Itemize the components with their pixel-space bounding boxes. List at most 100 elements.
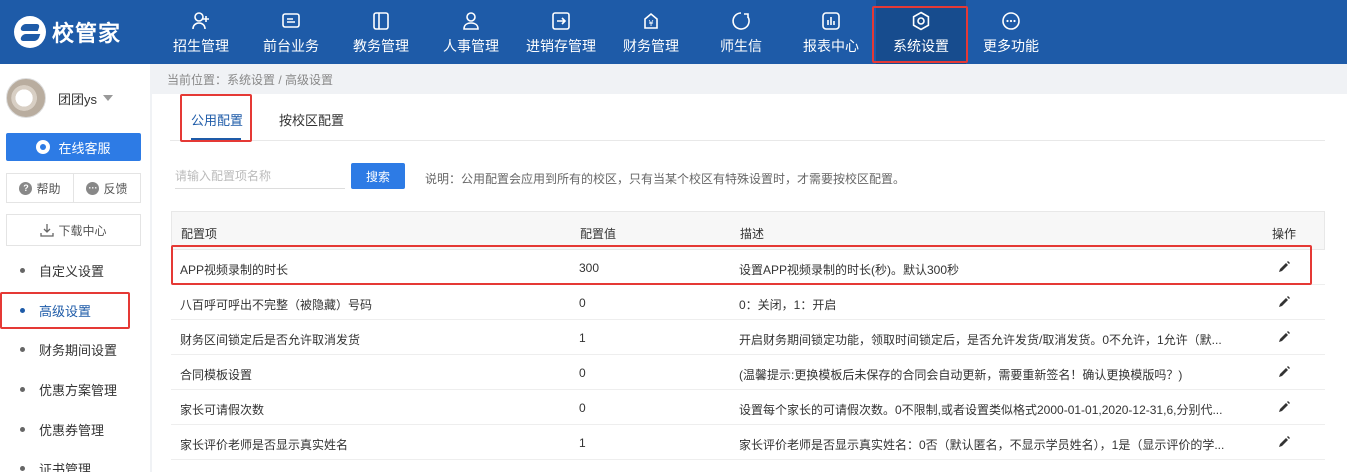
sidebar-item-label: 证书管理 [39,461,92,472]
nav-label: 前台业务 [263,38,319,54]
nav-item-frontdesk[interactable]: 前台业务 [246,0,336,64]
person-icon [461,11,481,31]
chat-icon [731,11,751,31]
config-value: 0 [579,401,586,415]
bullet-icon [20,386,25,392]
config-value: 0 [579,296,586,310]
tab-campus-config[interactable]: 按校区配置 [279,110,344,129]
bullet-icon [20,465,25,471]
online-service-button[interactable]: 在线客服 [6,133,141,161]
nav-label: 招生管理 [173,38,229,54]
nav-label: 进销存管理 [526,38,596,54]
book-icon [371,11,391,31]
top-navbar: 校管家 招生管理 前台业务 教务管理 人事管理 进销存管理 ¥ 财务管理 师生信… [0,0,1347,64]
bullet-icon [20,267,25,273]
nav-item-finance[interactable]: ¥ 财务管理 [606,0,696,64]
sidebar-item-label: 自定义设置 [39,263,105,279]
config-name: 财务区间锁定后是否允许取消发货 [180,333,361,347]
highlight-box [180,94,252,142]
breadcrumb: 当前位置：系统设置 / 高级设置 [167,73,334,87]
svg-text:¥: ¥ [648,19,653,28]
edit-icon[interactable] [1277,365,1291,379]
avatar [6,78,46,118]
feedback-button[interactable]: ··· 反馈 [73,174,140,202]
table-row[interactable]: 合同模板设置 0 (温馨提示:更换模板后未保存的合同会自动更新，需要重新签名！确… [171,355,1325,390]
table-row[interactable]: 家长可请假次数 0 设置每个家长的可请假次数。0不限制,或者设置类似格式2000… [171,390,1325,425]
box-arrow-icon [551,11,571,31]
config-description: (温馨提示:更换模板后未保存的合同会自动更新，需要重新签名！确认更换模版吗？) [739,368,1183,382]
config-value: 0 [579,366,586,380]
download-center-button[interactable]: 下载中心 [6,214,141,246]
config-name: 合同模板设置 [180,368,253,382]
edit-icon[interactable] [1277,435,1291,449]
nav-label: 财务管理 [623,38,679,54]
nav-item-more[interactable]: 更多功能 [966,0,1056,64]
edit-icon[interactable] [1277,295,1291,309]
config-name: 八百呼可呼出不完整（被隐藏）号码 [180,298,373,312]
ellipsis-icon: ··· [86,181,100,195]
config-description: 开启财务期间锁定功能，领取时间锁定后，是否允许发货/取消发货。0不允许，1允许（… [739,333,1222,347]
customer-service-icon [36,140,51,154]
sidebar-item-label: 财务期间设置 [39,342,118,358]
sidebar-item-label: 优惠券管理 [39,422,105,438]
highlight-box [872,6,968,63]
user-name: 团团ys [58,91,98,107]
column-header: 配置值 [580,227,617,241]
config-value: 1 [579,436,586,450]
search-input[interactable] [175,163,345,189]
download-icon [40,224,55,237]
highlight-box [171,245,1312,285]
column-header: 操作 [1272,227,1297,241]
feedback-label: 反馈 [103,181,128,196]
sidebar-item-discount-plans[interactable]: 优惠方案管理 [0,369,150,409]
edit-icon[interactable] [1277,330,1291,344]
help-label: 帮助 [36,181,61,196]
bar-chart-icon [821,11,841,31]
highlight-box [0,292,130,329]
table-row[interactable]: 财务区间锁定后是否允许取消发货 1 开启财务期间锁定功能，领取时间锁定后，是否允… [171,320,1325,355]
bullet-icon [20,346,25,352]
user-menu[interactable]: 团团ys [6,78,114,118]
online-service-label: 在线客服 [58,140,111,156]
nav-item-inventory[interactable]: 进销存管理 [516,0,606,64]
config-name: 家长可请假次数 [180,403,265,417]
column-header: 描述 [740,227,765,241]
config-description: 0：关闭，1：开启 [739,298,837,312]
nav-item-enrollment[interactable]: 招生管理 [156,0,246,64]
bullet-icon [20,426,25,432]
nav-item-academic[interactable]: 教务管理 [336,0,426,64]
more-icon [1001,11,1021,31]
sidebar-item-coupons[interactable]: 优惠券管理 [0,409,150,449]
caret-down-icon [103,95,114,101]
question-icon: ? [19,181,33,195]
sidebar-item-custom-settings[interactable]: 自定义设置 [0,252,150,290]
help-feedback-row: ? 帮助 ··· 反馈 [6,173,141,203]
nav-item-message[interactable]: 师生信 [696,0,786,64]
table-row[interactable]: 家长评价老师是否显示真实姓名 1 家长评价老师是否显示真实姓名：0否（默认匿名，… [171,425,1325,460]
nav-label: 人事管理 [443,38,499,54]
config-value: 1 [579,331,586,345]
config-note: 说明：公用配置会应用到所有的校区，只有当某个校区有特殊设置时，才需要按校区配置。 [425,172,906,186]
sidebar-item-finance-period[interactable]: 财务期间设置 [0,329,150,369]
nav-label: 更多功能 [983,38,1039,54]
logo-mark-icon [14,16,46,48]
nav-label: 师生信 [720,38,762,54]
nav-label: 教务管理 [353,38,409,54]
nav-item-reports[interactable]: 报表中心 [786,0,876,64]
edit-icon[interactable] [1277,400,1291,414]
tab-bar: 公用配置 按校区配置 [170,94,1325,141]
config-description: 家长评价老师是否显示真实姓名：0否（默认匿名，不显示学员姓名），1是（显示评价的… [739,438,1225,452]
download-center-label: 下载中心 [58,223,107,238]
sidebar-item-label: 优惠方案管理 [39,382,118,398]
search-button[interactable]: 搜索 [351,163,405,189]
help-button[interactable]: ? 帮助 [7,174,73,202]
app-logo[interactable]: 校管家 [14,16,121,48]
nav-item-hr[interactable]: 人事管理 [426,0,516,64]
config-description: 设置每个家长的可请假次数。0不限制,或者设置类似格式2000-01-01,202… [739,403,1223,417]
yen-icon: ¥ [641,11,661,31]
config-name: 家长评价老师是否显示真实姓名 [180,438,349,452]
table-row[interactable]: 八百呼可呼出不完整（被隐藏）号码 0 0：关闭，1：开启 [171,285,1325,320]
sidebar-item-certificates[interactable]: 证书管理 [0,448,150,472]
column-header: 配置项 [181,227,218,241]
user-plus-icon [191,11,211,31]
